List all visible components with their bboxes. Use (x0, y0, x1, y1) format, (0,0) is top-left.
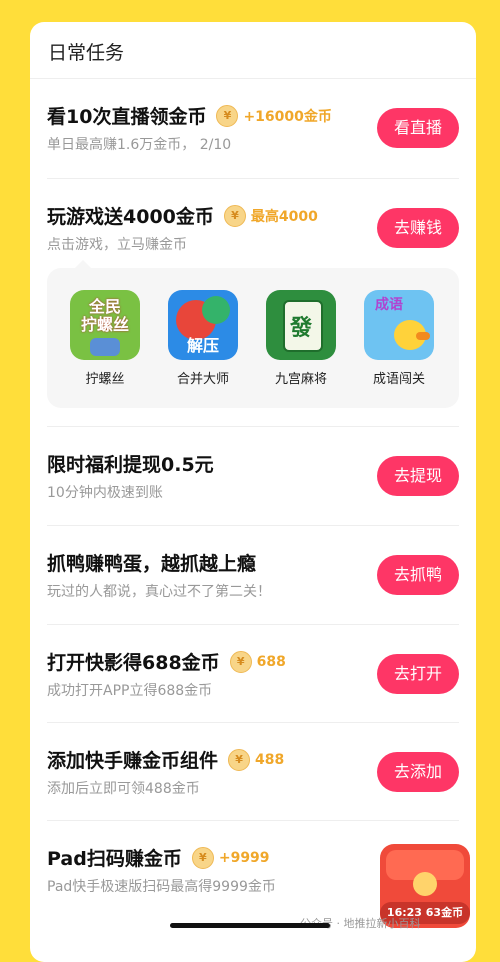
red-packet-clasp (413, 872, 437, 896)
mahjong-game-icon[interactable]: 發 (266, 290, 336, 360)
coin-icon: ¥ (228, 748, 251, 771)
screw-game-icon[interactable]: 全民 拧螺丝 (70, 290, 140, 360)
reward-text: 最高4000 (250, 208, 318, 225)
reward-text: +16000金币 (243, 108, 332, 125)
earn-money-button[interactable]: 去赚钱 (377, 208, 459, 248)
task-row-open-kuaiying: 打开快影得688金币 ¥ 688 成功打开APP立得688金币 去打开 (47, 648, 459, 708)
reward-tag: ¥ +16000金币 (216, 104, 332, 127)
divider (30, 78, 476, 79)
panel-pointer (75, 260, 91, 268)
section-title: 日常任务 (48, 42, 125, 64)
coin-icon: ¥ (223, 204, 246, 227)
icon-art (202, 296, 230, 324)
coin-icon: ¥ (191, 846, 214, 869)
coin-icon: ¥ (229, 650, 252, 673)
divider (47, 525, 459, 526)
task-title: 限时福利提现0.5元 (47, 454, 214, 476)
task-subtitle: 成功打开APP立得688金币 (47, 683, 213, 699)
reward-text: 488 (255, 751, 285, 768)
task-title: 玩游戏送4000金币 ¥ 最高4000 (47, 202, 318, 229)
game-item-idiom[interactable]: 成语 成语闯关 (359, 290, 439, 387)
task-subtitle: 单日最高赚1.6万金币， 2/10 (47, 137, 232, 153)
game-label: 合并大师 (176, 372, 229, 387)
task-subtitle: 点击游戏，立马赚金币 (47, 237, 187, 253)
task-row-catch-duck: 抓鸭赚鸭蛋，越抓越上瘾 玩过的人都说，真心过不了第二关！ 去抓鸭 (47, 549, 459, 609)
game-item-mahjong[interactable]: 發 九宫麻将 (261, 290, 341, 387)
watch-live-button[interactable]: 看直播 (377, 108, 459, 148)
game-label: 九宫麻将 (274, 372, 327, 387)
task-title: 添加快手赚金币组件 ¥ 488 (47, 746, 284, 773)
add-widget-button[interactable]: 去添加 (377, 752, 459, 792)
task-title-text: 打开快影得688金币 (47, 652, 220, 674)
task-title-text: 玩游戏送4000金币 (47, 206, 214, 228)
home-indicator[interactable] (170, 923, 330, 928)
task-title: Pad扫码赚金币 ¥ +9999 (47, 844, 270, 871)
task-subtitle: Pad快手极速版扫码最高得9999金币 (47, 879, 276, 895)
daily-tasks-card: 日常任务 看10次直播领金币 ¥ +16000金币 单日最高赚1.6万金币， 2… (30, 22, 476, 962)
idiom-game-icon[interactable]: 成语 (364, 290, 434, 360)
icon-lettering: 解压 (186, 336, 219, 355)
task-row-play-games: 玩游戏送4000金币 ¥ 最高4000 点击游戏，立马赚金币 去赚钱 (47, 202, 459, 262)
divider (47, 178, 459, 179)
game-label: 成语闯关 (372, 372, 425, 387)
task-row-add-widget: 添加快手赚金币组件 ¥ 488 添加后立即可领488金币 去添加 (47, 746, 459, 806)
task-title: 看10次直播领金币 ¥ +16000金币 (47, 102, 332, 129)
divider (47, 426, 459, 427)
icon-lettering: 成语 (375, 297, 403, 313)
task-title-text: 看10次直播领金币 (47, 106, 207, 128)
reward-tag: ¥ 488 (228, 748, 285, 771)
divider (47, 820, 459, 821)
open-app-button[interactable]: 去打开 (377, 654, 459, 694)
task-row-withdraw: 限时福利提现0.5元 10分钟内极速到账 去提现 (47, 450, 459, 510)
coin-icon: ¥ (216, 104, 239, 127)
divider (47, 722, 459, 723)
games-panel: 全民 拧螺丝 拧螺丝 解压 合并大师 發 九宫麻将 成语 成语闯关 (47, 260, 459, 408)
task-title: 抓鸭赚鸭蛋，越抓越上瘾 (47, 553, 257, 575)
reward-tag: ¥ 最高4000 (223, 204, 318, 227)
reward-tag: ¥ +9999 (191, 846, 270, 869)
withdraw-button[interactable]: 去提现 (377, 456, 459, 496)
reward-text: 688 (256, 653, 286, 670)
icon-lettering: 全民 拧螺丝 (80, 297, 129, 334)
catch-duck-button[interactable]: 去抓鸭 (377, 555, 459, 595)
icon-art (90, 338, 120, 356)
merge-game-icon[interactable]: 解压 (168, 290, 238, 360)
task-subtitle: 添加后立即可领488金币 (47, 781, 200, 797)
task-title-text: 添加快手赚金币组件 (47, 750, 219, 772)
game-item-merge[interactable]: 解压 合并大师 (163, 290, 243, 387)
task-subtitle: 玩过的人都说，真心过不了第二关！ (47, 584, 271, 600)
task-title-text: Pad扫码赚金币 (47, 848, 182, 870)
task-row-watch-live: 看10次直播领金币 ¥ +16000金币 单日最高赚1.6万金币， 2/10 看… (47, 102, 459, 162)
icon-lettering: 發 (289, 316, 312, 341)
icon-art (416, 332, 430, 340)
reward-tag: ¥ 688 (229, 650, 286, 673)
reward-text: +9999 (218, 849, 270, 866)
divider (47, 624, 459, 625)
task-subtitle: 10分钟内极速到账 (47, 485, 163, 501)
task-title: 打开快影得688金币 ¥ 688 (47, 648, 286, 675)
game-item-screw[interactable]: 全民 拧螺丝 拧螺丝 (65, 290, 145, 387)
game-label: 拧螺丝 (85, 372, 125, 387)
